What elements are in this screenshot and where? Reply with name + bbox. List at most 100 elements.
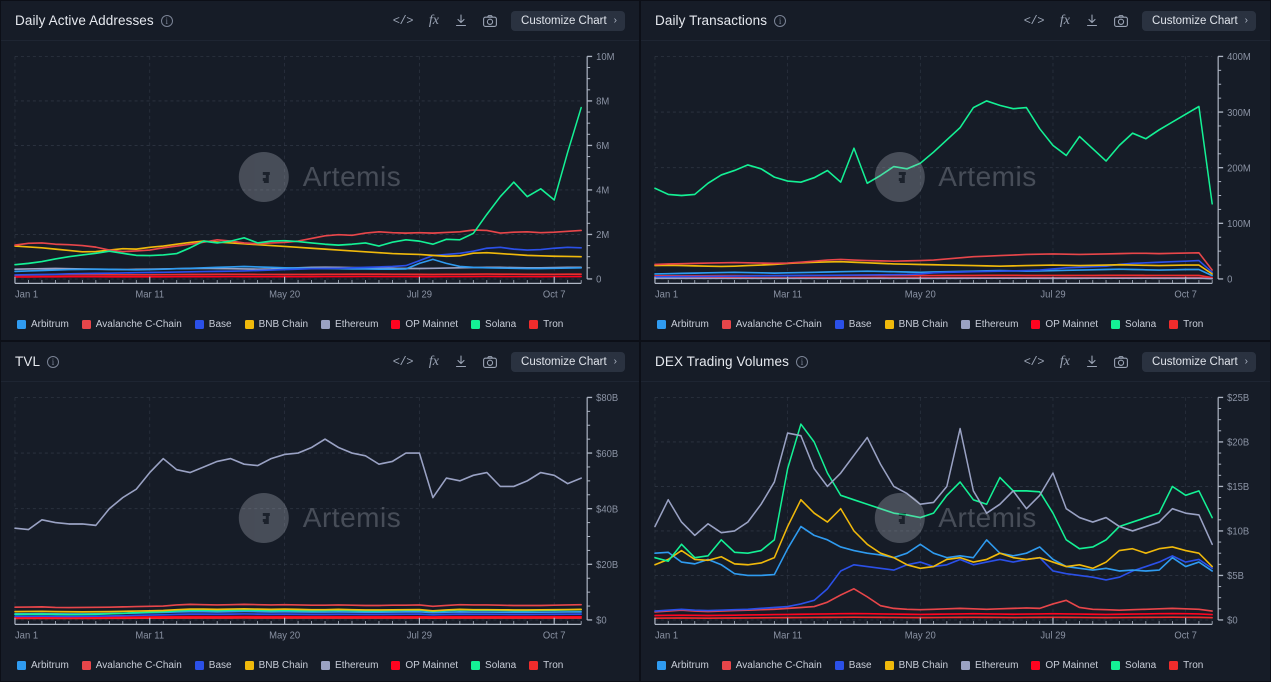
legend-item-ethereum[interactable]: Ethereum <box>321 319 378 330</box>
legend-swatch <box>885 661 894 670</box>
customize-chart-label: Customize Chart <box>1152 15 1238 27</box>
chart-legend: Arbitrum Avalanche C-Chain Base BNB Chain Et… <box>1 312 639 340</box>
legend-item-op-mainnet[interactable]: OP Mainnet <box>1031 319 1098 330</box>
plot-area[interactable]: $0$5B$10B$15B$20B$25BJan 1Mar 11May 20Ju… <box>641 382 1270 653</box>
formula-icon[interactable]: fx <box>429 355 439 369</box>
svg-text:Jul 29: Jul 29 <box>1040 289 1066 301</box>
legend-swatch <box>835 661 844 670</box>
legend-item-bnb-chain[interactable]: BNB Chain <box>885 660 948 671</box>
legend-item-solana[interactable]: Solana <box>471 660 516 671</box>
info-icon[interactable]: i <box>774 15 786 27</box>
legend-item-base[interactable]: Base <box>835 660 872 671</box>
chevron-right-icon: › <box>1245 15 1248 26</box>
legend-item-ethereum[interactable]: Ethereum <box>321 660 378 671</box>
legend-item-solana[interactable]: Solana <box>471 319 516 330</box>
svg-text:Jul 29: Jul 29 <box>407 630 433 642</box>
download-icon[interactable] <box>1086 14 1098 27</box>
svg-text:Mar 11: Mar 11 <box>135 630 164 642</box>
legend-label: Avalanche C-Chain <box>96 660 182 671</box>
formula-icon[interactable]: fx <box>1060 14 1070 28</box>
legend-item-bnb-chain[interactable]: BNB Chain <box>245 660 308 671</box>
code-icon[interactable]: </> <box>393 15 413 27</box>
legend-item-tron[interactable]: Tron <box>529 319 563 330</box>
legend-item-bnb-chain[interactable]: BNB Chain <box>885 319 948 330</box>
camera-icon[interactable] <box>483 15 497 27</box>
dashboard-grid: Daily Active Addresses i </> fx Customiz… <box>0 0 1271 682</box>
legend-item-ethereum[interactable]: Ethereum <box>961 319 1018 330</box>
legend-item-base[interactable]: Base <box>195 660 232 671</box>
legend-label: Base <box>209 660 232 671</box>
legend-swatch <box>245 320 254 329</box>
formula-icon[interactable]: fx <box>1060 355 1070 369</box>
legend-item-arbitrum[interactable]: Arbitrum <box>17 319 69 330</box>
legend-item-base[interactable]: Base <box>835 319 872 330</box>
panel-title: DEX Trading Volumes <box>655 354 789 369</box>
legend-item-tron[interactable]: Tron <box>1169 660 1203 671</box>
legend-item-op-mainnet[interactable]: OP Mainnet <box>1031 660 1098 671</box>
info-icon[interactable]: i <box>47 356 59 368</box>
legend-item-arbitrum[interactable]: Arbitrum <box>17 660 69 671</box>
legend-swatch <box>1111 320 1120 329</box>
svg-text:Jan 1: Jan 1 <box>15 289 39 301</box>
panel-dex-trading-volumes: DEX Trading Volumes i </> fx Customize C… <box>640 341 1271 682</box>
legend-item-op-mainnet[interactable]: OP Mainnet <box>391 319 458 330</box>
legend-label: OP Mainnet <box>1045 660 1098 671</box>
legend-label: Solana <box>485 319 516 330</box>
legend-item-solana[interactable]: Solana <box>1111 660 1156 671</box>
legend-item-bnb-chain[interactable]: BNB Chain <box>245 319 308 330</box>
formula-icon[interactable]: fx <box>429 14 439 28</box>
panel-title: TVL <box>15 354 40 369</box>
legend-swatch <box>471 661 480 670</box>
legend-item-avalanche-c-chain[interactable]: Avalanche C-Chain <box>722 660 822 671</box>
legend-label: Tron <box>543 660 563 671</box>
legend-item-avalanche-c-chain[interactable]: Avalanche C-Chain <box>722 319 822 330</box>
legend-swatch <box>657 320 666 329</box>
legend-item-tron[interactable]: Tron <box>529 660 563 671</box>
customize-chart-button[interactable]: Customize Chart › <box>511 11 625 31</box>
legend-item-avalanche-c-chain[interactable]: Avalanche C-Chain <box>82 319 182 330</box>
code-icon[interactable]: </> <box>393 356 413 368</box>
download-icon[interactable] <box>455 355 467 368</box>
svg-text:May 20: May 20 <box>905 630 936 642</box>
legend-label: Base <box>849 319 872 330</box>
camera-icon[interactable] <box>1114 15 1128 27</box>
legend-label: Arbitrum <box>671 319 709 330</box>
chart-svg: 02M4M6M8M10MJan 1Mar 11May 20Jul 29Oct 7 <box>1 41 639 312</box>
customize-chart-label: Customize Chart <box>521 356 607 368</box>
plot-area[interactable]: $0$20B$40B$60B$80BJan 1Mar 11May 20Jul 2… <box>1 382 639 653</box>
svg-text:Jul 29: Jul 29 <box>1040 630 1066 642</box>
legend-item-avalanche-c-chain[interactable]: Avalanche C-Chain <box>82 660 182 671</box>
legend-item-solana[interactable]: Solana <box>1111 319 1156 330</box>
code-icon[interactable]: </> <box>1024 15 1044 27</box>
info-icon[interactable]: i <box>796 356 808 368</box>
camera-icon[interactable] <box>1114 356 1128 368</box>
customize-chart-button[interactable]: Customize Chart › <box>511 352 625 372</box>
legend-swatch <box>885 320 894 329</box>
chart-legend: Arbitrum Avalanche C-Chain Base BNB Chain Et… <box>641 312 1270 340</box>
legend-item-base[interactable]: Base <box>195 319 232 330</box>
legend-item-arbitrum[interactable]: Arbitrum <box>657 660 709 671</box>
svg-text:$20B: $20B <box>596 560 618 572</box>
legend-swatch <box>835 320 844 329</box>
legend-swatch <box>245 661 254 670</box>
legend-swatch <box>722 661 731 670</box>
info-icon[interactable]: i <box>161 15 173 27</box>
legend-item-op-mainnet[interactable]: OP Mainnet <box>391 660 458 671</box>
plot-area[interactable]: 0100M200M300M400MJan 1Mar 11May 20Jul 29… <box>641 41 1270 312</box>
panel-title: Daily Active Addresses <box>15 13 154 28</box>
legend-label: Tron <box>1183 660 1203 671</box>
camera-icon[interactable] <box>483 356 497 368</box>
customize-chart-button[interactable]: Customize Chart › <box>1142 11 1256 31</box>
code-icon[interactable]: </> <box>1024 356 1044 368</box>
legend-item-ethereum[interactable]: Ethereum <box>961 660 1018 671</box>
legend-label: BNB Chain <box>899 319 948 330</box>
legend-label: BNB Chain <box>259 319 308 330</box>
legend-swatch <box>529 320 538 329</box>
legend-item-tron[interactable]: Tron <box>1169 319 1203 330</box>
legend-item-arbitrum[interactable]: Arbitrum <box>657 319 709 330</box>
plot-area[interactable]: 02M4M6M8M10MJan 1Mar 11May 20Jul 29Oct 7… <box>1 41 639 312</box>
panel-tools: </> fx <box>393 14 497 28</box>
download-icon[interactable] <box>1086 355 1098 368</box>
customize-chart-button[interactable]: Customize Chart › <box>1142 352 1256 372</box>
download-icon[interactable] <box>455 14 467 27</box>
